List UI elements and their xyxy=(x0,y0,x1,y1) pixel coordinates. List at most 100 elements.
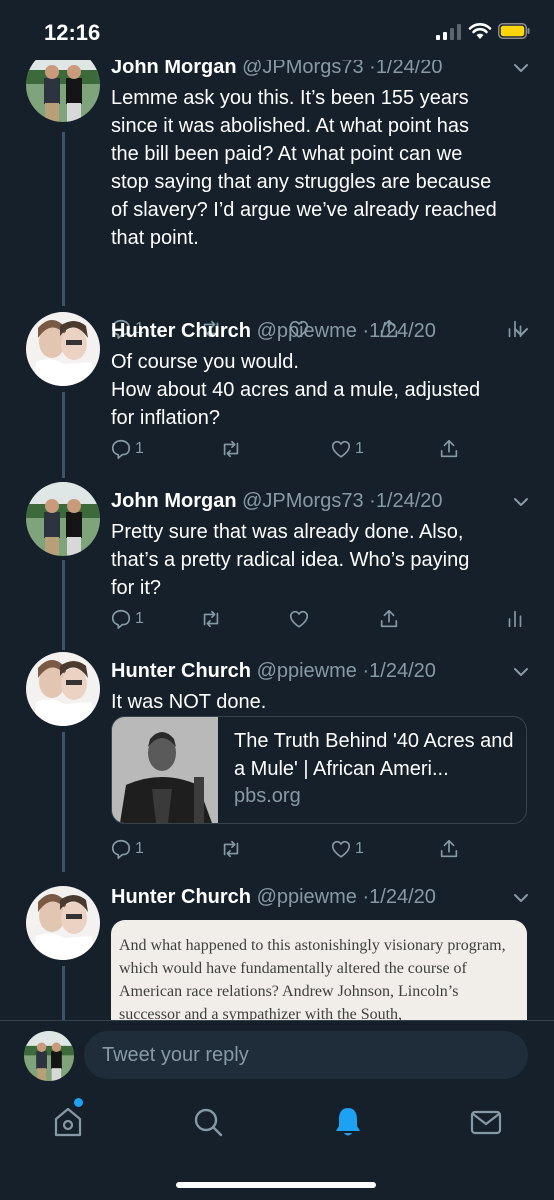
tweet-date: 1/24/20 xyxy=(369,886,436,908)
chevron-down-icon[interactable] xyxy=(512,496,530,508)
card-title: The Truth Behind '40 Acres and a Mule' |… xyxy=(234,730,514,780)
retweet-icon xyxy=(203,610,219,628)
separator-dot: · xyxy=(369,490,376,512)
home-indicator[interactable] xyxy=(176,1182,376,1188)
share-icon xyxy=(440,839,458,858)
tweet[interactable]: John Morgan @JPMorgs73 ·1/24/20 Pretty s… xyxy=(0,478,554,648)
separator-dot: · xyxy=(369,60,376,78)
share-button[interactable] xyxy=(438,438,460,460)
like-count: 1 xyxy=(355,440,364,457)
image-text: And what happened to this astonishingly … xyxy=(119,937,506,1020)
share-button[interactable] xyxy=(438,838,460,860)
tweet-header: Hunter Church @ppiewme ·1/24/20 xyxy=(111,320,436,343)
avatar[interactable] xyxy=(26,482,100,556)
chevron-down-icon[interactable] xyxy=(512,326,530,338)
like-count: 1 xyxy=(355,840,364,857)
display-name[interactable]: Hunter Church xyxy=(111,660,251,682)
card-domain: pbs.org xyxy=(234,785,301,807)
tweet-date: 1/24/20 xyxy=(375,60,443,78)
search-icon xyxy=(194,1108,223,1137)
messages-icon xyxy=(470,1110,502,1135)
tweet-date: 1/24/20 xyxy=(375,490,443,512)
retweet-icon xyxy=(223,840,239,858)
attached-image[interactable]: And what happened to this astonishingly … xyxy=(111,920,527,1020)
cellular-signal-icon xyxy=(436,24,461,40)
share-icon xyxy=(440,439,458,458)
display-name[interactable]: Hunter Church xyxy=(111,886,251,908)
avatar[interactable] xyxy=(26,312,100,386)
tweet-actions: 1 xyxy=(110,608,530,634)
battery-icon xyxy=(498,23,530,39)
notifications-icon xyxy=(336,1108,360,1136)
reply-button[interactable]: 1 xyxy=(110,608,144,630)
reply-input[interactable] xyxy=(84,1031,528,1079)
tweet-text: Of course you would. How about 40 acres … xyxy=(111,351,481,429)
chevron-down-icon[interactable] xyxy=(512,892,530,904)
like-button[interactable] xyxy=(288,608,313,630)
conversation-thread: John Morgan @JPMorgs73 ·1/24/20 Lemme as… xyxy=(0,60,554,1020)
reply-count: 1 xyxy=(135,840,144,857)
tab-notifications[interactable] xyxy=(330,1104,366,1140)
tweet[interactable]: Hunter Church @ppiewme ·1/24/20 Of cours… xyxy=(0,308,554,478)
retweet-button[interactable] xyxy=(220,838,242,860)
user-handle[interactable]: @ppiewme xyxy=(257,660,357,682)
unread-indicator xyxy=(74,1098,83,1107)
tweet-actions: 1 1 xyxy=(110,838,530,864)
wifi-icon xyxy=(468,23,492,39)
tweet-text: Lemme ask you this. It’s been 155 years … xyxy=(111,87,497,249)
tweet-date: 1/24/20 xyxy=(369,320,436,342)
tweet-text: It was NOT done. xyxy=(111,691,267,713)
display-name[interactable]: John Morgan xyxy=(111,490,237,512)
avatar[interactable] xyxy=(26,652,100,726)
reply-icon xyxy=(111,839,131,859)
tweet-header: Hunter Church @ppiewme ·1/24/20 xyxy=(111,886,436,909)
home-icon xyxy=(54,1107,82,1137)
status-time: 12:16 xyxy=(44,20,101,45)
tab-bar xyxy=(0,1090,554,1200)
reply-icon xyxy=(111,609,131,629)
retweet-icon xyxy=(223,440,239,458)
user-handle[interactable]: @JPMorgs73 xyxy=(242,60,363,78)
reply-count: 1 xyxy=(135,610,144,627)
display-name[interactable]: John Morgan xyxy=(111,60,237,78)
user-handle[interactable]: @JPMorgs73 xyxy=(242,490,363,512)
reply-icon xyxy=(111,439,131,459)
avatar[interactable] xyxy=(26,60,100,122)
like-button[interactable]: 1 xyxy=(330,438,364,460)
link-preview-card[interactable]: The Truth Behind '40 Acres and a Mule' |… xyxy=(111,716,527,824)
card-thumbnail xyxy=(112,717,218,823)
analytics-button[interactable] xyxy=(504,608,526,630)
analytics-icon xyxy=(508,610,522,628)
tweet-text: Pretty sure that was already done. Also,… xyxy=(111,521,470,599)
tweet[interactable]: John Morgan @JPMorgs73 ·1/24/20 Lemme as… xyxy=(0,60,554,339)
retweet-button[interactable] xyxy=(200,608,222,630)
tweet-date: 1/24/20 xyxy=(369,660,436,682)
share-button[interactable] xyxy=(378,608,400,630)
avatar xyxy=(24,1031,74,1081)
tab-home[interactable] xyxy=(50,1098,86,1140)
user-handle[interactable]: @ppiewme xyxy=(257,886,357,908)
heart-icon xyxy=(331,840,351,858)
tweet-header: John Morgan @JPMorgs73 ·1/24/20 xyxy=(111,490,443,513)
reply-composer xyxy=(0,1020,554,1090)
status-bar: 12:16 xyxy=(0,0,554,60)
chevron-down-icon[interactable] xyxy=(512,62,530,74)
heart-icon xyxy=(331,440,351,458)
like-button[interactable]: 1 xyxy=(330,838,364,860)
reply-button[interactable]: 1 xyxy=(110,838,144,860)
chevron-down-icon[interactable] xyxy=(512,666,530,678)
reply-button[interactable]: 1 xyxy=(110,438,144,460)
retweet-button[interactable] xyxy=(220,438,242,460)
user-handle[interactable]: @ppiewme xyxy=(257,320,357,342)
heart-icon xyxy=(289,610,309,628)
tweet[interactable]: Hunter Church @ppiewme ·1/24/20 It was N… xyxy=(0,648,554,878)
tweet-header: Hunter Church @ppiewme ·1/24/20 xyxy=(111,660,436,683)
tab-messages[interactable] xyxy=(468,1104,504,1140)
tweet-actions: 1 1 xyxy=(110,438,530,464)
tweet[interactable]: Hunter Church @ppiewme ·1/24/20 And what… xyxy=(0,882,554,1020)
tab-search[interactable] xyxy=(190,1104,226,1140)
avatar[interactable] xyxy=(26,886,100,960)
share-icon xyxy=(380,609,398,628)
display-name[interactable]: Hunter Church xyxy=(111,320,251,342)
tweet-header: John Morgan @JPMorgs73 ·1/24/20 xyxy=(111,60,443,79)
